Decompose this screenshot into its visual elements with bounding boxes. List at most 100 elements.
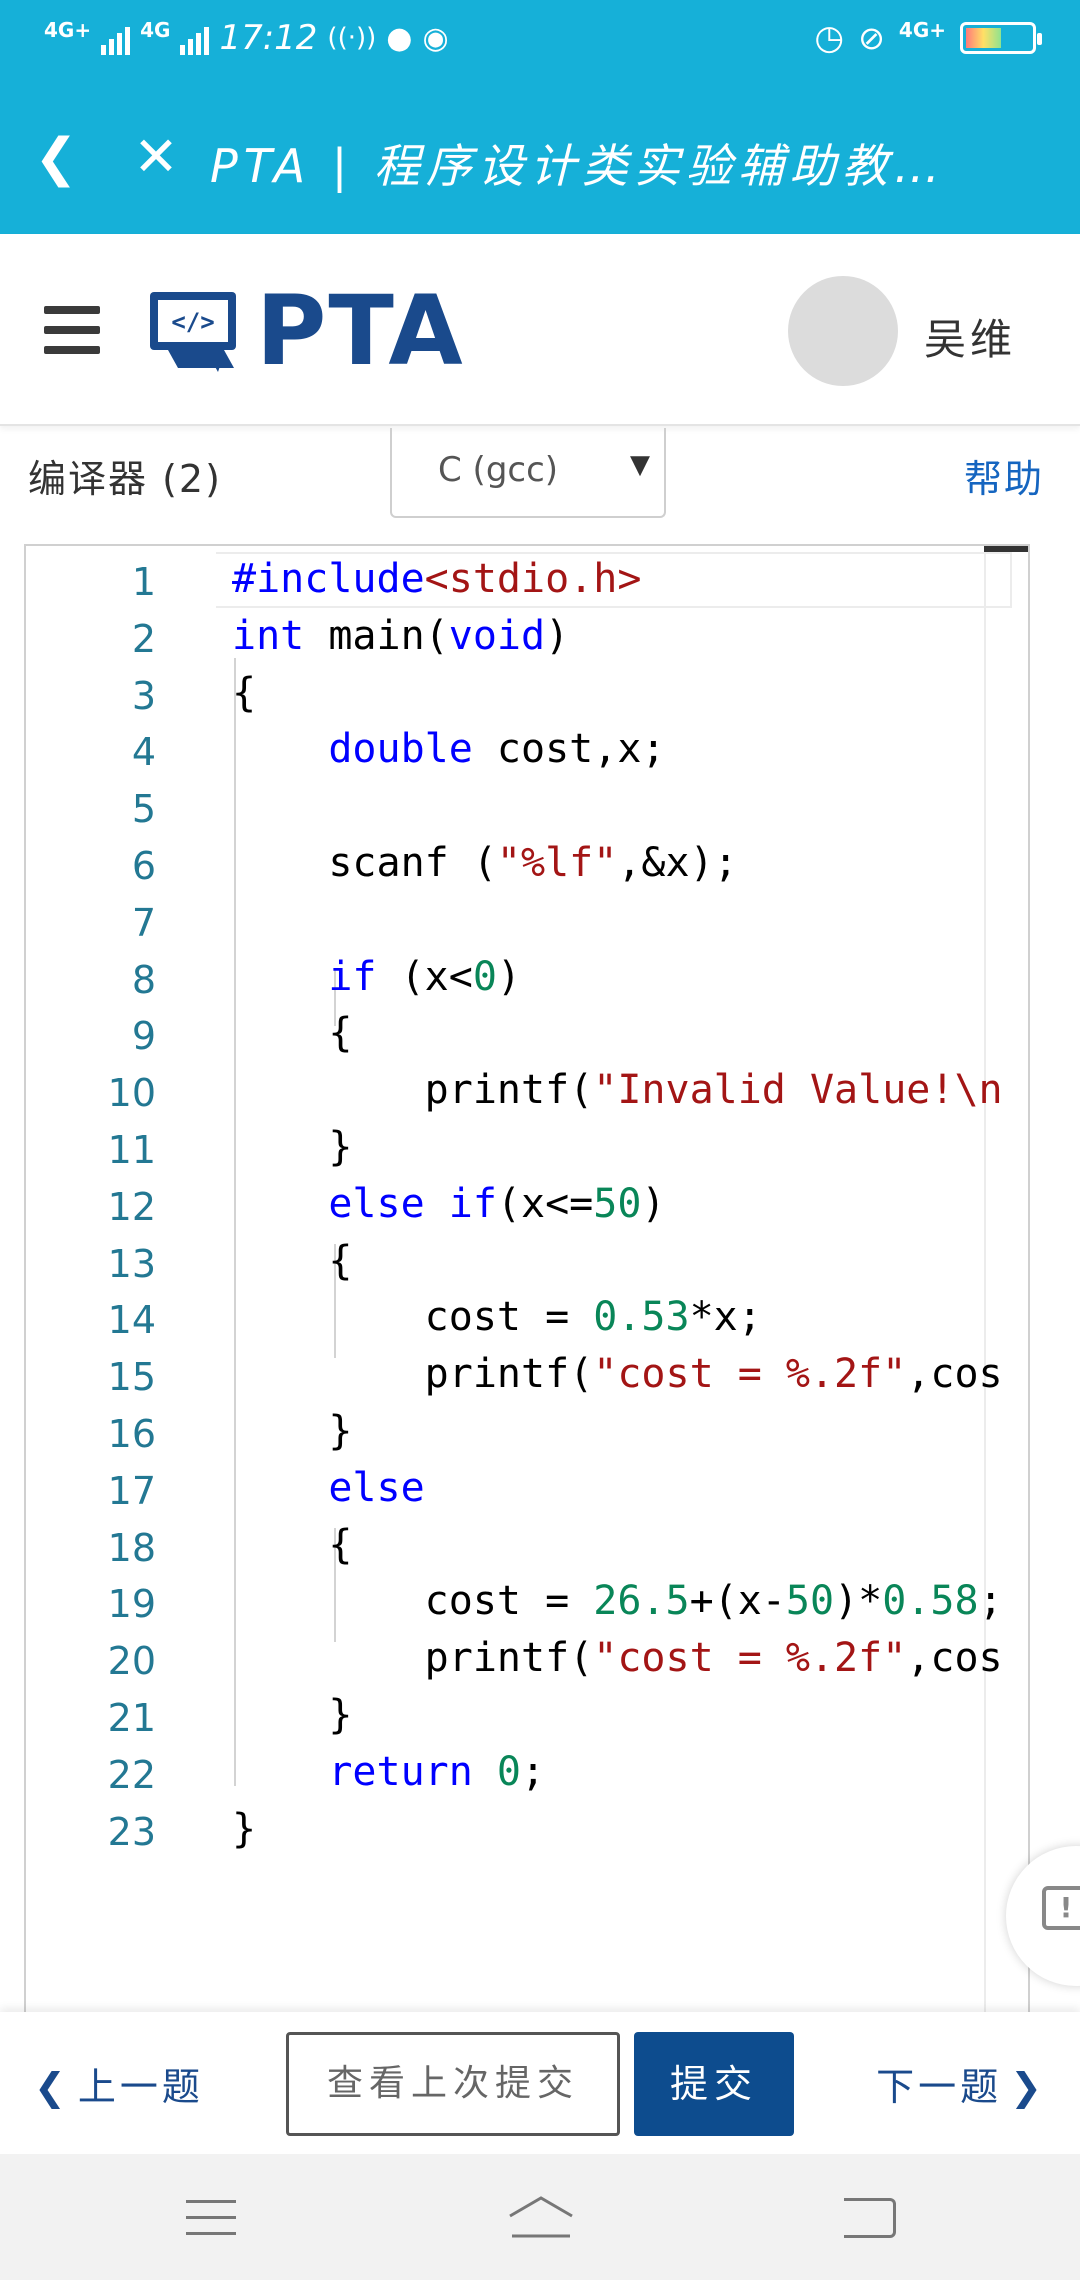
code-token: ; <box>978 1578 1003 1625</box>
code-token: (x<= <box>496 1180 594 1227</box>
pta-logo[interactable]: </> PTA <box>148 275 465 387</box>
code-line[interactable]: 16 } <box>26 1404 1028 1461</box>
code-line[interactable]: 5 <box>26 779 1028 836</box>
code-token: cost = <box>232 1578 594 1625</box>
code-token: 50 <box>785 1578 835 1625</box>
editor-toolbar: 编译器 (2) C (gcc) ▼ 帮助 <box>0 428 1080 538</box>
status-right: ◷ ⊘ 4G+ <box>814 18 1042 58</box>
code-token: cost = <box>232 1294 594 1341</box>
code-token: printf( <box>232 1635 594 1682</box>
logo-text: PTA <box>256 275 465 387</box>
close-icon[interactable]: ✕ <box>126 124 186 190</box>
notification-bell-icon: ● <box>386 20 413 56</box>
avatar[interactable] <box>788 276 898 386</box>
code-token: void <box>448 612 546 659</box>
username[interactable]: 吴维 <box>924 306 1016 367</box>
line-number: 22 <box>107 1752 156 1797</box>
line-number: 1 <box>131 560 156 604</box>
code-line[interactable]: 11 } <box>26 1120 1028 1177</box>
code-text: { <box>232 1238 352 1284</box>
code-text: cost = 26.5+(x-50)*0.58; <box>232 1578 1003 1624</box>
code-line[interactable]: 20 printf("cost = %.2f",cos <box>26 1631 1028 1688</box>
code-token: ,&x); <box>617 840 738 886</box>
code-line[interactable]: 3{ <box>26 666 1028 723</box>
back-nav-icon[interactable] <box>844 2198 896 2238</box>
code-text: else if(x<=50) <box>232 1180 666 1227</box>
code-token: "Invalid Value!\n <box>593 1067 1003 1114</box>
code-text: cost = 0.53*x; <box>232 1294 762 1340</box>
code-line[interactable]: 1 #include<stdio.h> <box>26 552 1028 609</box>
line-number: 20 <box>107 1639 156 1684</box>
line-number: 16 <box>107 1412 156 1456</box>
code-text: } <box>232 1124 352 1170</box>
line-number: 9 <box>131 1014 156 1059</box>
code-token: 0 <box>496 1748 522 1795</box>
help-link[interactable]: 帮助 <box>964 448 1044 503</box>
code-line[interactable]: 4 double cost,x; <box>26 722 1028 779</box>
code-text: } <box>232 1408 352 1454</box>
code-token: if <box>448 1180 497 1227</box>
code-line[interactable]: 19 cost = 26.5+(x-50)*0.58; <box>26 1574 1028 1631</box>
code-line[interactable]: 6 scanf ("%lf",&x); <box>26 836 1028 893</box>
code-line[interactable]: 9 { <box>26 1006 1028 1063</box>
code-line[interactable]: 22 return 0; <box>26 1745 1028 1802</box>
language-select[interactable]: C (gcc) ▼ <box>390 428 666 518</box>
code-line[interactable]: 13 { <box>26 1234 1028 1291</box>
code-line[interactable]: 12 else if(x<=50) <box>26 1177 1028 1234</box>
code-line[interactable]: 7 <box>26 893 1028 950</box>
code-token: (x< <box>376 953 473 1000</box>
code-token: { <box>232 1521 353 1568</box>
code-token: else <box>328 1180 425 1227</box>
code-token: } <box>232 1692 353 1738</box>
code-line[interactable]: 17 else <box>26 1461 1028 1518</box>
code-line[interactable]: 8 if (x<0) <box>26 950 1028 1007</box>
language-value: C (gcc) <box>438 450 559 490</box>
page-title: PTA | 程序设计类实验辅助教… <box>210 139 946 193</box>
code-text: } <box>232 1692 352 1738</box>
code-editor[interactable]: 1 #include<stdio.h> 2 int main(void) 3{4 dou… <box>24 544 1030 2014</box>
code-token: ,cos <box>906 1635 1003 1682</box>
next-problem-button[interactable]: 下一题 ❯ <box>876 2056 1046 2111</box>
code-token: if <box>328 953 377 1000</box>
view-last-submission-button[interactable]: 查看上次提交 <box>286 2032 620 2136</box>
compiler-label: 编译器 (2) <box>28 457 222 501</box>
hamburger-menu-icon[interactable] <box>44 306 100 354</box>
system-nav-bar <box>0 2154 1080 2280</box>
code-token: return <box>328 1748 473 1795</box>
code-line[interactable]: 15 printf("cost = %.2f",cos <box>26 1347 1028 1404</box>
submit-button[interactable]: 提交 <box>634 2032 794 2136</box>
signal-icon <box>101 21 131 55</box>
back-arrow-icon[interactable]: ❮ <box>30 128 82 188</box>
line-number: 4 <box>131 730 156 775</box>
code-text: #include<stdio.h> <box>232 556 641 602</box>
line-number: 11 <box>107 1128 156 1172</box>
code-line[interactable]: 23} <box>26 1802 1028 1859</box>
code-token: 0 <box>472 953 497 1000</box>
status-left: 4G+ 4G 17:12 ((·)) ● ◉ <box>44 18 449 58</box>
code-token: ) <box>641 1180 666 1227</box>
hotspot-icon: ((·)) <box>327 23 377 53</box>
line-number: 19 <box>107 1582 156 1627</box>
code-line[interactable]: 2 int main(void) <box>26 609 1028 666</box>
code-token: ) <box>496 953 522 1000</box>
code-text: { <box>232 1010 352 1056</box>
code-token: } <box>232 1805 257 1852</box>
code-line[interactable]: 10 printf("Invalid Value!\n <box>26 1063 1028 1120</box>
recent-apps-icon[interactable] <box>186 2200 236 2236</box>
home-icon[interactable] <box>506 2194 576 2240</box>
code-text: if (x<0) <box>232 954 521 1000</box>
line-number: 17 <box>107 1468 156 1513</box>
code-token: 0.53 <box>593 1294 690 1341</box>
code-line[interactable]: 18 { <box>26 1518 1028 1575</box>
code-line[interactable]: 14 cost = 0.53*x; <box>26 1290 1028 1347</box>
prev-problem-button[interactable]: ❮ 上一题 <box>34 2056 204 2111</box>
code-token: { <box>232 1010 353 1057</box>
code-line[interactable]: 21 } <box>26 1688 1028 1745</box>
battery-fill <box>966 28 1002 48</box>
code-token: +(x- <box>689 1578 786 1625</box>
svg-text:</>: </> <box>171 308 214 336</box>
